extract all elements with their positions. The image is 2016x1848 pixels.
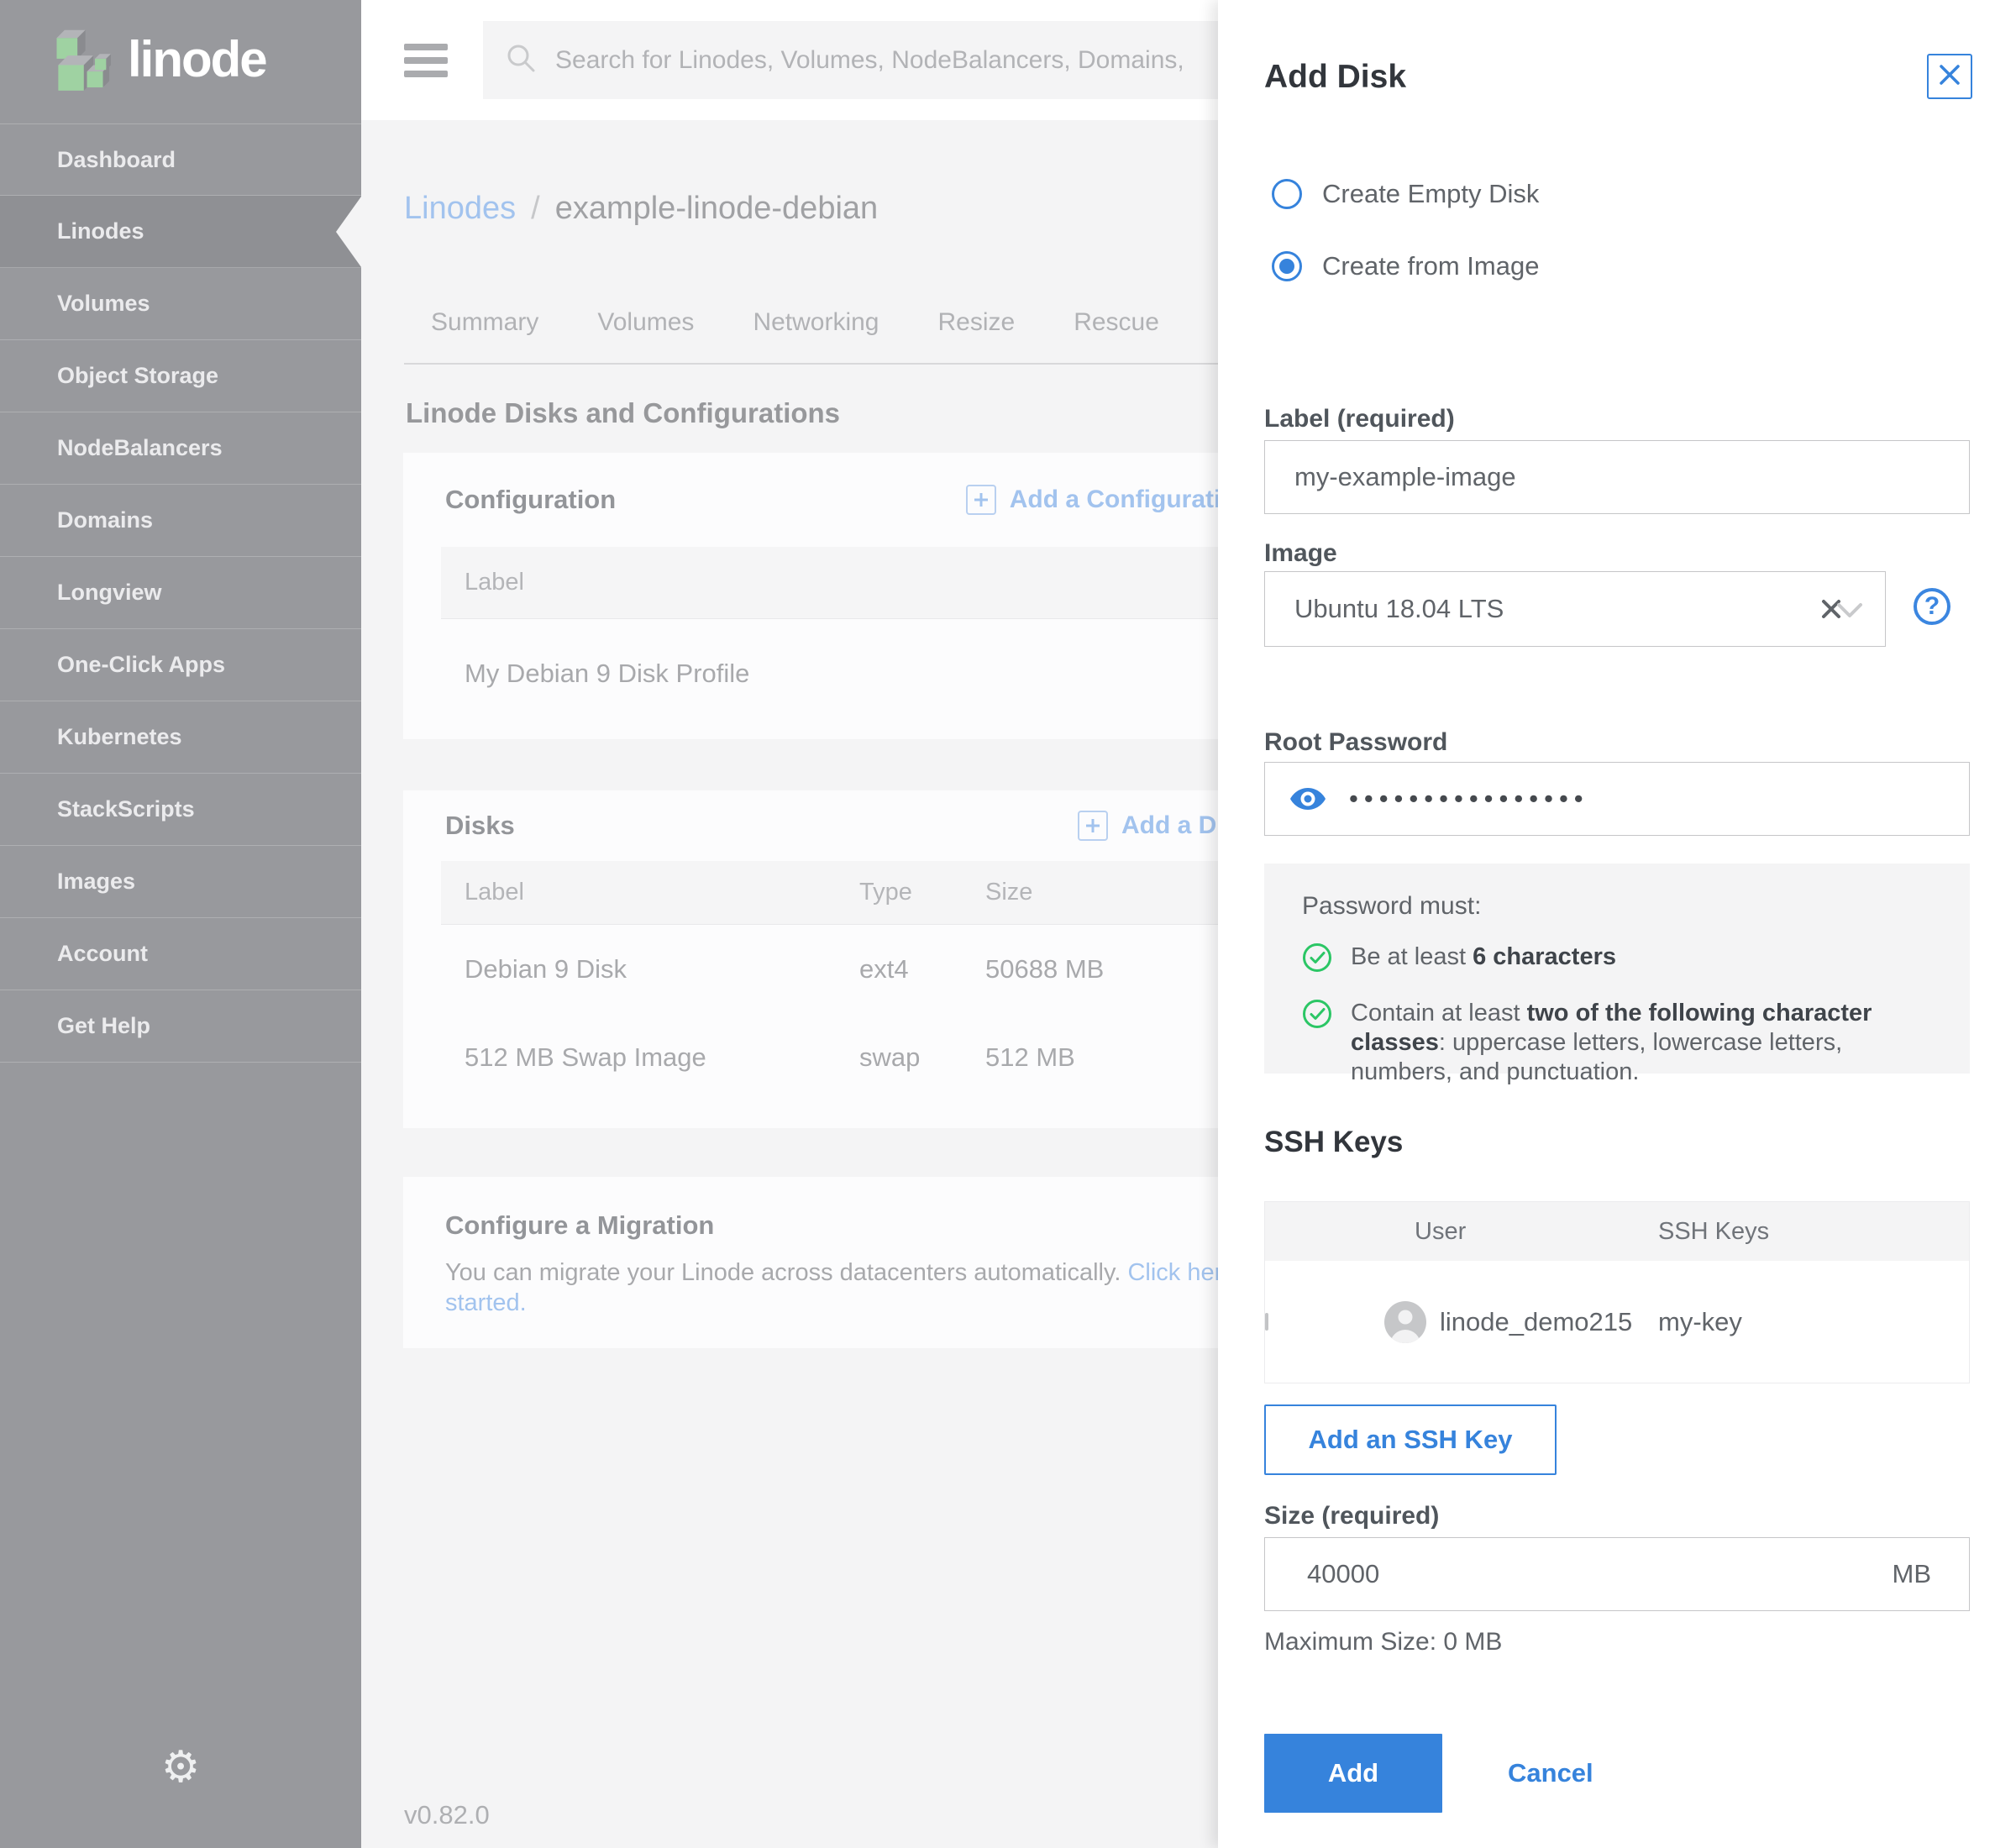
image-field-label: Image (1264, 539, 1337, 568)
add-disk-drawer: Add Disk Create Empty Disk Create from I… (1218, 0, 2016, 1848)
password-field-label: Root Password (1264, 728, 1447, 757)
ssh-keys-table: User SSH Keys linode_demo215 my-key (1264, 1201, 1970, 1383)
show-password-eye-icon[interactable] (1290, 786, 1326, 811)
label-field-input[interactable] (1264, 440, 1970, 514)
ssh-user-name: linode_demo215 (1440, 1307, 1632, 1337)
disk-row: 512 MB Swap Image swap 512 MB (441, 1013, 1247, 1101)
size-unit: MB (1893, 1559, 1932, 1589)
configuration-card-title: Configuration (445, 485, 616, 515)
sidebar-item-nodebalancers[interactable]: NodeBalancers (0, 412, 361, 485)
sidebar-item-one-click-apps[interactable]: One-Click Apps (0, 629, 361, 701)
size-input[interactable] (1265, 1559, 1893, 1589)
radio-icon-selected (1272, 251, 1302, 281)
search-icon (505, 42, 537, 78)
ssh-key-label: my-key (1618, 1307, 1969, 1337)
check-circle-icon (1302, 942, 1332, 977)
cancel-button[interactable]: Cancel (1508, 1734, 1593, 1813)
hamburger-menu-icon[interactable] (404, 44, 448, 77)
page-title: Linode Disks and Configurations (406, 397, 840, 429)
size-field-label: Size (required) (1264, 1502, 1439, 1530)
password-rule: Contain at least two of the following ch… (1302, 999, 1970, 1087)
radio-dot (1279, 259, 1294, 274)
add-ssh-key-button[interactable]: Add an SSH Key (1264, 1404, 1557, 1475)
chevron-down-icon[interactable] (1836, 602, 1863, 623)
max-size-helper: Maximum Size: 0 MB (1264, 1628, 1502, 1656)
breadcrumb-separator: / (531, 191, 540, 226)
sidebar-item-longview[interactable]: Longview (0, 557, 361, 629)
ssh-key-row: linode_demo215 my-key (1265, 1261, 1969, 1383)
password-rule: Be at least 6 characters (1302, 942, 1970, 977)
password-requirements: Password must: Be at least 6 characters … (1264, 864, 1970, 1074)
tab-volumes[interactable]: Volumes (597, 308, 694, 337)
sidebar-item-stackscripts[interactable]: StackScripts (0, 774, 361, 846)
sidebar-item-volumes[interactable]: Volumes (0, 268, 361, 340)
logo-text: linode (128, 30, 266, 88)
plus-icon (1078, 811, 1108, 841)
sidebar-item-get-help[interactable]: Get Help (0, 990, 361, 1063)
drawer-title: Add Disk (1264, 59, 1406, 96)
close-icon (1938, 63, 1961, 91)
selected-item-arrow (336, 197, 361, 267)
close-drawer-button[interactable] (1927, 54, 1972, 99)
migration-card-body: You can migrate your Linode across datac… (445, 1257, 1243, 1318)
label-field-label: Label (required) (1264, 405, 1455, 433)
sidebar-item-dashboard[interactable]: Dashboard (0, 123, 361, 196)
ssh-key-checkbox[interactable] (1265, 1313, 1268, 1331)
disk-row: Debian 9 Disk ext4 50688 MB (441, 925, 1247, 1013)
image-select-value: Ubuntu 18.04 LTS (1294, 594, 1504, 624)
breadcrumb: Linodes / example-linode-debian (404, 191, 878, 227)
sidebar-item-images[interactable]: Images (0, 846, 361, 918)
radio-create-empty-disk[interactable]: Create Empty Disk (1272, 179, 1539, 209)
disks-card-title: Disks (445, 811, 515, 841)
tab-summary[interactable]: Summary (431, 308, 538, 337)
linode-detail-tabs: Summary Volumes Networking Resize Rescue (431, 308, 1159, 337)
sidebar-item-account[interactable]: Account (0, 918, 361, 990)
configuration-card: Configuration Add a Configuration Label … (403, 453, 1285, 739)
sidebar-item-kubernetes[interactable]: Kubernetes (0, 701, 361, 774)
help-icon[interactable]: ? (1914, 588, 1950, 625)
add-configuration-button[interactable]: Add a Configuration (966, 485, 1252, 515)
check-circle-icon (1302, 999, 1332, 1033)
configuration-row: My Debian 9 Disk Profile (441, 619, 1247, 728)
migration-link[interactable]: started. (445, 1289, 527, 1316)
ssh-table-header: User SSH Keys (1265, 1202, 1969, 1261)
radio-icon-unselected (1272, 179, 1302, 209)
image-select[interactable]: Ubuntu 18.04 LTS (1264, 571, 1886, 647)
sidebar-item-linodes[interactable]: Linodes (0, 196, 361, 268)
breadcrumb-linodes-link[interactable]: Linodes (404, 191, 516, 226)
plus-icon (966, 485, 996, 515)
disks-card: Disks Add a Disk Label Type Size Debian … (403, 790, 1285, 1128)
migration-card: Configure a Migration You can migrate yo… (403, 1177, 1285, 1348)
tab-networking[interactable]: Networking (753, 308, 879, 337)
sidebar-item-object-storage[interactable]: Object Storage (0, 340, 361, 412)
add-button[interactable]: Add (1264, 1734, 1442, 1813)
ssh-keys-heading: SSH Keys (1264, 1126, 1403, 1159)
linode-logo[interactable]: linode (49, 22, 266, 97)
user-avatar (1384, 1301, 1426, 1343)
sidebar: linode Dashboard Linodes Volumes Object … (0, 0, 361, 1848)
gear-icon[interactable]: ⚙ (0, 1742, 361, 1793)
breadcrumb-current: example-linode-debian (555, 191, 878, 226)
password-masked-value: •••••••••••••••• (1349, 784, 1589, 814)
disks-table-header: Label Type Size (441, 861, 1247, 925)
password-field[interactable]: •••••••••••••••• (1264, 762, 1970, 836)
size-field: MB (1264, 1537, 1970, 1611)
sidebar-nav: Dashboard Linodes Volumes Object Storage… (0, 123, 361, 1063)
linode-cubes-icon (49, 22, 111, 97)
app-version: v0.82.0 (404, 1800, 490, 1830)
tab-rescue[interactable]: Rescue (1074, 308, 1159, 337)
migration-card-title: Configure a Migration (445, 1177, 1243, 1241)
sidebar-item-domains[interactable]: Domains (0, 485, 361, 557)
tab-resize[interactable]: Resize (938, 308, 1016, 337)
radio-create-from-image[interactable]: Create from Image (1272, 251, 1539, 281)
configuration-table-header: Label (441, 547, 1247, 619)
